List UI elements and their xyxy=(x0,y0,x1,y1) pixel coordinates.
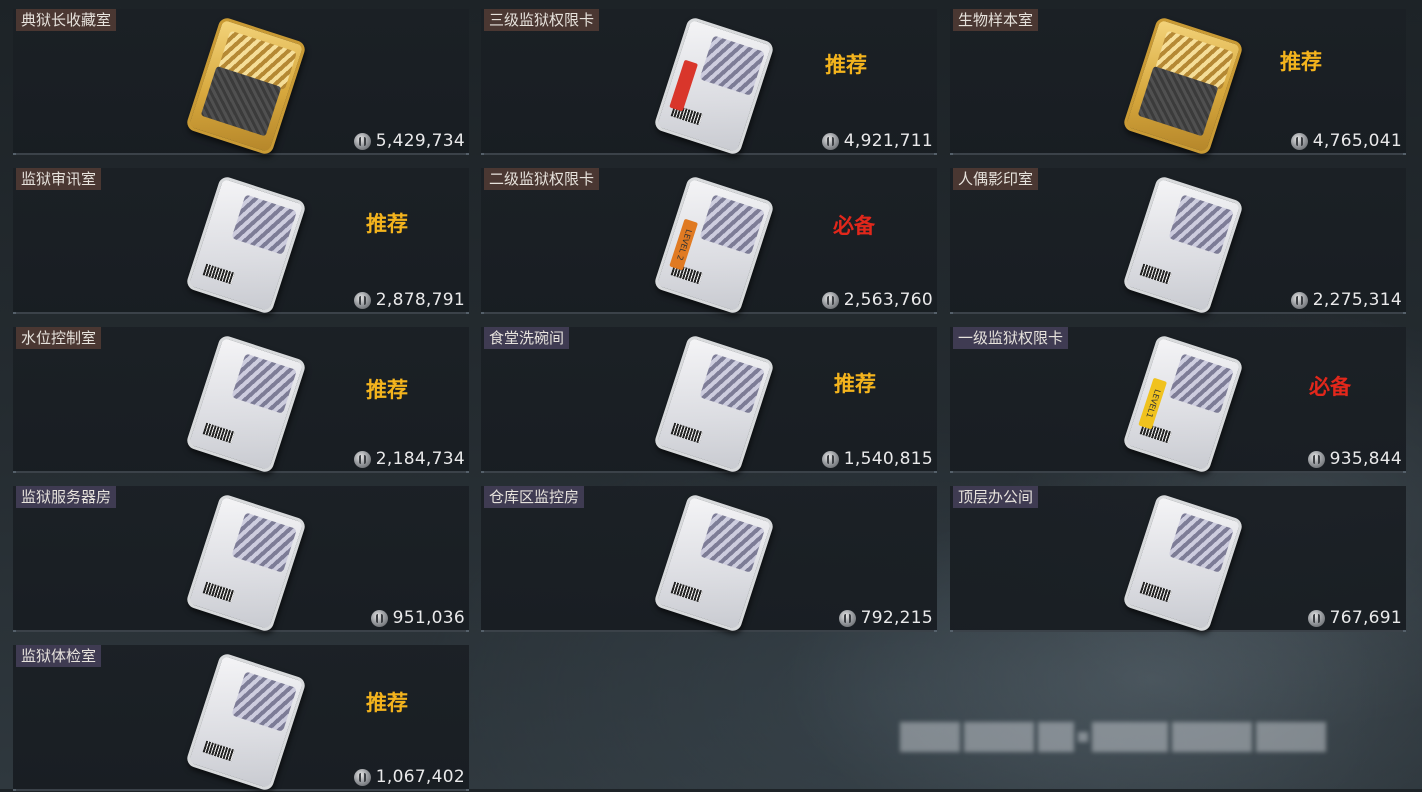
price-value: 4,765,041 xyxy=(1312,131,1402,151)
price-label: 951,036 xyxy=(370,608,465,628)
keycard-image xyxy=(184,174,308,316)
keycard-name: 人偶影印室 xyxy=(953,168,1039,190)
coin-icon xyxy=(821,450,839,468)
price-value: 935,844 xyxy=(1329,449,1402,469)
price-label: 5,429,734 xyxy=(353,131,465,151)
keycard-image xyxy=(184,492,308,634)
keycard-name: 二级监狱权限卡 xyxy=(484,168,600,190)
keycard-tile[interactable]: 一级监狱权限卡 LEVEL1 必备 935,844 xyxy=(950,327,1406,475)
price-label: 2,563,760 xyxy=(821,290,933,310)
keycard-tile[interactable]: 生物样本室推荐 4,765,041 xyxy=(950,9,1406,157)
price-label: 792,215 xyxy=(838,608,933,628)
keycard-image xyxy=(652,333,776,475)
keycard-image xyxy=(184,333,308,475)
coin-icon xyxy=(1290,132,1308,150)
price-value: 4,921,711 xyxy=(843,131,933,151)
keycard-tile[interactable]: 监狱服务器房 951,036 xyxy=(13,486,469,634)
price-value: 951,036 xyxy=(392,608,465,628)
keycard-tile[interactable]: 监狱审讯室推荐 2,878,791 xyxy=(13,168,469,316)
keycard-name: 监狱服务器房 xyxy=(16,486,117,508)
price-value: 1,067,402 xyxy=(375,767,465,787)
keycard-name: 食堂洗碗间 xyxy=(484,327,570,349)
keycard-image xyxy=(184,651,308,792)
keycard-name: 典狱长收藏室 xyxy=(16,9,117,31)
level-stripe: LEVEL1 xyxy=(1138,377,1168,430)
price-label: 2,878,791 xyxy=(353,290,465,310)
keycard-image xyxy=(1121,15,1245,157)
price-value: 767,691 xyxy=(1329,608,1402,628)
price-label: 767,691 xyxy=(1307,608,1402,628)
keycard-tile[interactable]: 水位控制室推荐 2,184,734 xyxy=(13,327,469,475)
coin-icon xyxy=(370,609,388,627)
keycard-name: 顶层办公间 xyxy=(953,486,1039,508)
keycard-name: 三级监狱权限卡 xyxy=(484,9,600,31)
price-label: 1,540,815 xyxy=(821,449,933,469)
recommend-label: 推荐 xyxy=(1280,50,1322,74)
keycard-tile[interactable]: 人偶影印室 2,275,314 xyxy=(950,168,1406,316)
keycard-name: 生物样本室 xyxy=(953,9,1039,31)
price-label: 4,765,041 xyxy=(1290,131,1402,151)
keycard-image xyxy=(1121,174,1245,316)
keycard-tile[interactable]: 典狱长收藏室 5,429,734 xyxy=(13,9,469,157)
keycard-image xyxy=(652,15,776,157)
recommend-label: 推荐 xyxy=(825,53,867,77)
coin-icon xyxy=(838,609,856,627)
keycard-grid: 典狱长收藏室 5,429,734 三级监狱权限卡推荐 4,921,711 生物样本室推荐… xyxy=(13,9,1408,792)
price-value: 1,540,815 xyxy=(843,449,933,469)
keycard-image xyxy=(652,492,776,634)
essential-label: 必备 xyxy=(833,214,875,238)
keycard-image: LEVEL 2 xyxy=(652,174,776,316)
essential-label: 必备 xyxy=(1309,375,1351,399)
keycard-name: 水位控制室 xyxy=(16,327,102,349)
price-label: 935,844 xyxy=(1307,449,1402,469)
coin-icon xyxy=(353,291,371,309)
price-label: 2,275,314 xyxy=(1290,290,1402,310)
price-value: 2,275,314 xyxy=(1312,290,1402,310)
recommend-label: 推荐 xyxy=(366,691,408,715)
price-label: 4,921,711 xyxy=(821,131,933,151)
keycard-tile[interactable]: 食堂洗碗间推荐 1,540,815 xyxy=(481,327,937,475)
level-stripe xyxy=(669,59,699,112)
keycard-tile[interactable]: 顶层办公间 767,691 xyxy=(950,486,1406,634)
keycard-tile[interactable]: 仓库区监控房 792,215 xyxy=(481,486,937,634)
keycard-tile[interactable]: 三级监狱权限卡推荐 4,921,711 xyxy=(481,9,937,157)
price-value: 2,878,791 xyxy=(375,290,465,310)
keycard-image: LEVEL1 xyxy=(1121,333,1245,475)
coin-icon xyxy=(1307,609,1325,627)
keycard-name: 监狱体检室 xyxy=(16,645,102,667)
keycard-image xyxy=(1121,492,1245,634)
recommend-label: 推荐 xyxy=(366,378,408,402)
keycard-tile[interactable]: 二级监狱权限卡 LEVEL 2 必备 2,563,760 xyxy=(481,168,937,316)
keycard-name: 一级监狱权限卡 xyxy=(953,327,1069,349)
keycard-name: 仓库区监控房 xyxy=(484,486,585,508)
price-value: 792,215 xyxy=(860,608,933,628)
coin-icon xyxy=(1307,450,1325,468)
coin-icon xyxy=(1290,291,1308,309)
price-label: 1,067,402 xyxy=(353,767,465,787)
recommend-label: 推荐 xyxy=(366,212,408,236)
recommend-label: 推荐 xyxy=(834,372,876,396)
keycard-name: 监狱审讯室 xyxy=(16,168,102,190)
price-label: 2,184,734 xyxy=(353,449,465,469)
level-stripe: LEVEL 2 xyxy=(669,218,699,271)
keycard-image xyxy=(184,15,308,157)
keycard-tile[interactable]: 监狱体检室推荐 1,067,402 xyxy=(13,645,469,792)
coin-icon xyxy=(821,291,839,309)
price-value: 2,184,734 xyxy=(375,449,465,469)
coin-icon xyxy=(353,450,371,468)
coin-icon xyxy=(821,132,839,150)
price-value: 2,563,760 xyxy=(843,290,933,310)
coin-icon xyxy=(353,132,371,150)
price-value: 5,429,734 xyxy=(375,131,465,151)
blurred-watermark xyxy=(900,718,1326,756)
coin-icon xyxy=(353,768,371,786)
